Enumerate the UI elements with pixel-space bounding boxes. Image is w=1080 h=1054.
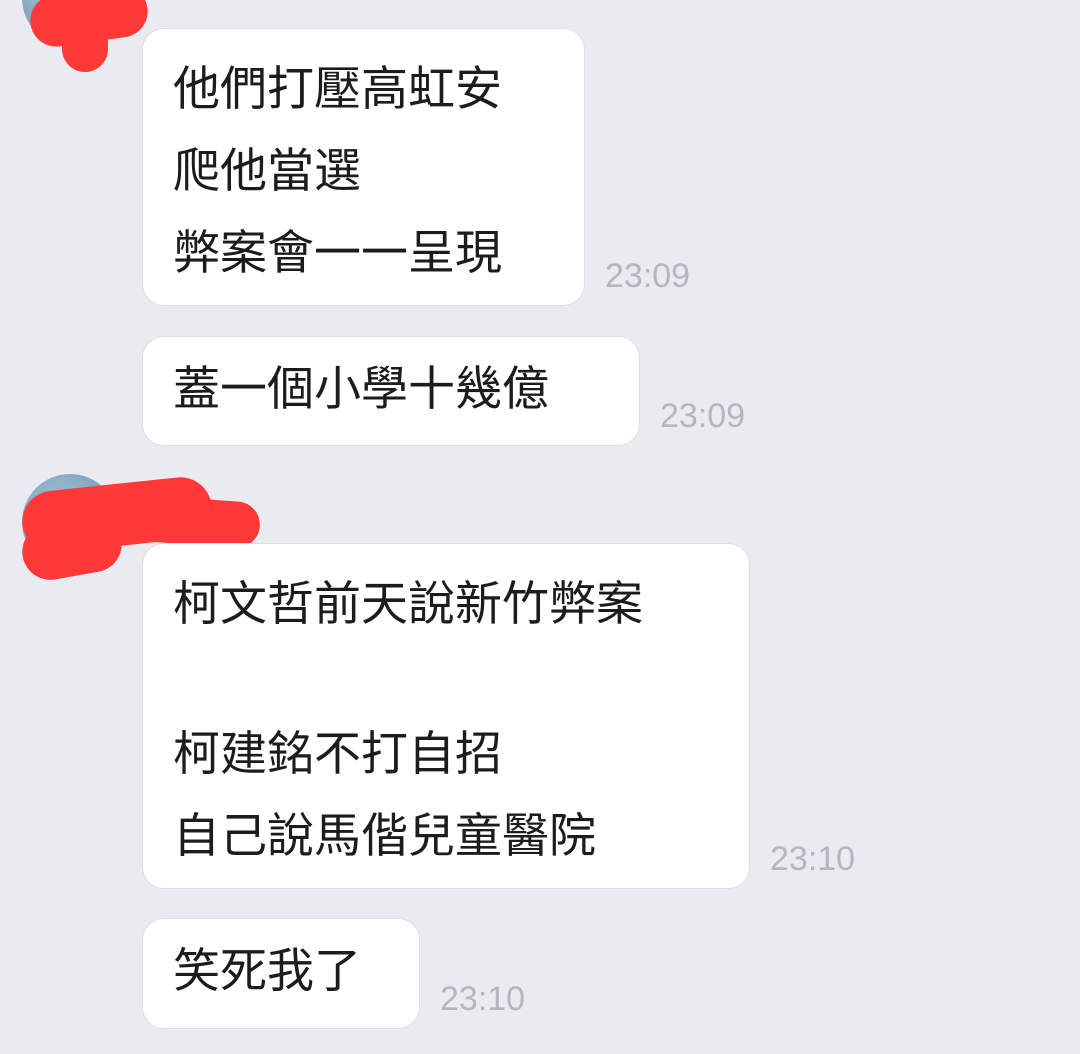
- message-text: 笑死我了: [173, 944, 361, 999]
- message-text: 柯文哲前天說新竹弊案: [173, 577, 643, 632]
- message-text: 自己說馬偕兒童醫院: [173, 809, 596, 864]
- redaction-mark: [62, 20, 108, 72]
- message-timestamp: 23:09: [660, 397, 746, 435]
- message-text: 爬他當選: [173, 144, 361, 199]
- message-timestamp: 23:10: [440, 980, 526, 1018]
- message-bubble[interactable]: 笑死我了: [142, 918, 420, 1029]
- message-timestamp: 23:09: [605, 257, 691, 295]
- message-text: 他們打壓高虹安: [173, 62, 502, 117]
- message-text: 柯建銘不打自招: [173, 727, 502, 782]
- message-text: 蓋一個小學十幾億: [173, 362, 549, 417]
- message-bubble[interactable]: 他們打壓高虹安 爬他當選 弊案會一一呈現: [142, 28, 585, 306]
- message-bubble[interactable]: 柯文哲前天說新竹弊案 柯建銘不打自招 自己說馬偕兒童醫院: [142, 543, 750, 889]
- message-bubble[interactable]: 蓋一個小學十幾億: [142, 336, 640, 446]
- message-text: 弊案會一一呈現: [173, 226, 502, 281]
- message-text: [173, 646, 719, 714]
- message-timestamp: 23:10: [770, 840, 856, 878]
